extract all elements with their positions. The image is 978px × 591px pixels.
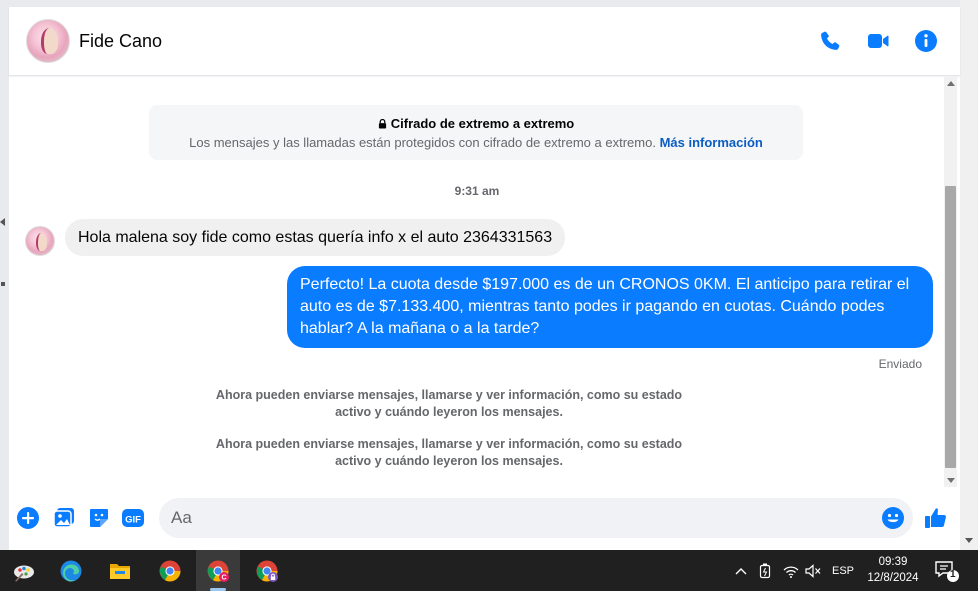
gif-icon[interactable]: GIF [121, 506, 145, 530]
system-clock[interactable]: 09:39 12/8/2024 [862, 554, 924, 586]
encryption-notice: Cifrado de extremo a extremo Los mensaje… [149, 105, 803, 160]
lock-icon [378, 119, 386, 129]
notification-icon[interactable]: 1 [932, 558, 960, 584]
chat-header: Fide Cano [9, 7, 960, 76]
clock-time: 09:39 [878, 556, 908, 568]
page-scrollbar-track[interactable] [960, 0, 978, 550]
file-explorer-icon[interactable] [98, 550, 142, 591]
chevron-up-icon[interactable] [732, 550, 750, 591]
svg-text:C: C [221, 574, 226, 581]
plus-circle-icon[interactable] [16, 506, 40, 530]
windows-taskbar: C ESP 09:39 12/8/2024 1 [0, 550, 978, 591]
messenger-window: Fide Cano Cifrado de extremo a extremo L… [0, 0, 978, 591]
sent-status: Enviado [878, 357, 922, 371]
sticker-icon[interactable] [87, 506, 111, 530]
message-input-wrapper[interactable] [159, 498, 913, 538]
message-input[interactable] [171, 498, 861, 538]
chrome-icon[interactable] [148, 550, 192, 591]
page-scroll-down-icon[interactable] [965, 538, 973, 543]
scroll-up-icon[interactable] [947, 81, 955, 86]
message-scrollbar[interactable] [944, 77, 957, 487]
clock-date: 12/8/2024 [867, 572, 919, 584]
battery-icon[interactable] [756, 550, 774, 591]
info-icon[interactable] [914, 29, 938, 53]
notification-count: 1 [950, 569, 956, 580]
emoji-icon[interactable] [881, 506, 905, 530]
outgoing-message[interactable]: Perfecto! La cuota desde $197.000 es de … [287, 266, 933, 348]
sender-avatar[interactable] [25, 226, 55, 256]
language-indicator[interactable]: ESP [830, 550, 856, 591]
message-timestamp: 9:31 am [454, 184, 500, 198]
message-list[interactable]: Cifrado de extremo a extremo Los mensaje… [9, 77, 945, 487]
scroll-thumb[interactable] [945, 186, 956, 468]
gif-label: GIF [125, 515, 141, 526]
volume-muted-icon[interactable] [803, 550, 823, 591]
system-message: Ahora pueden enviarse mensajes, llamarse… [215, 388, 683, 419]
encryption-title: Cifrado de extremo a extremo [390, 116, 575, 131]
edge-icon[interactable] [49, 550, 93, 591]
window-left-edge [0, 0, 9, 550]
system-message: Ahora pueden enviarse mensajes, llamarse… [215, 437, 683, 468]
left-edge-mark [1, 282, 5, 286]
chrome-profile-c-icon[interactable]: C [196, 550, 240, 591]
wifi-icon[interactable] [780, 550, 802, 591]
encryption-description-row: Los mensajes y las llamadas están proteg… [149, 135, 803, 150]
gallery-icon[interactable] [52, 506, 76, 530]
contact-avatar[interactable] [26, 19, 70, 63]
more-info-link[interactable]: Más información [660, 135, 763, 150]
incoming-message[interactable]: Hola malena soy fide como estas quería i… [65, 219, 566, 256]
thumbs-up-icon[interactable] [924, 506, 948, 530]
video-camera-icon[interactable] [866, 29, 890, 53]
scroll-down-icon[interactable] [947, 478, 955, 483]
paint-icon[interactable] [2, 550, 46, 591]
left-edge-arrow-icon [0, 218, 5, 226]
encryption-title-row: Cifrado de extremo a extremo [149, 116, 803, 131]
phone-icon[interactable] [818, 29, 842, 53]
window-top-edge [0, 0, 978, 7]
message-composer: GIF [9, 490, 960, 550]
contact-name[interactable]: Fide Cano [79, 31, 162, 52]
encryption-description: Los mensajes y las llamadas están proteg… [189, 135, 656, 150]
chrome-profile-lock-icon[interactable] [245, 550, 289, 591]
